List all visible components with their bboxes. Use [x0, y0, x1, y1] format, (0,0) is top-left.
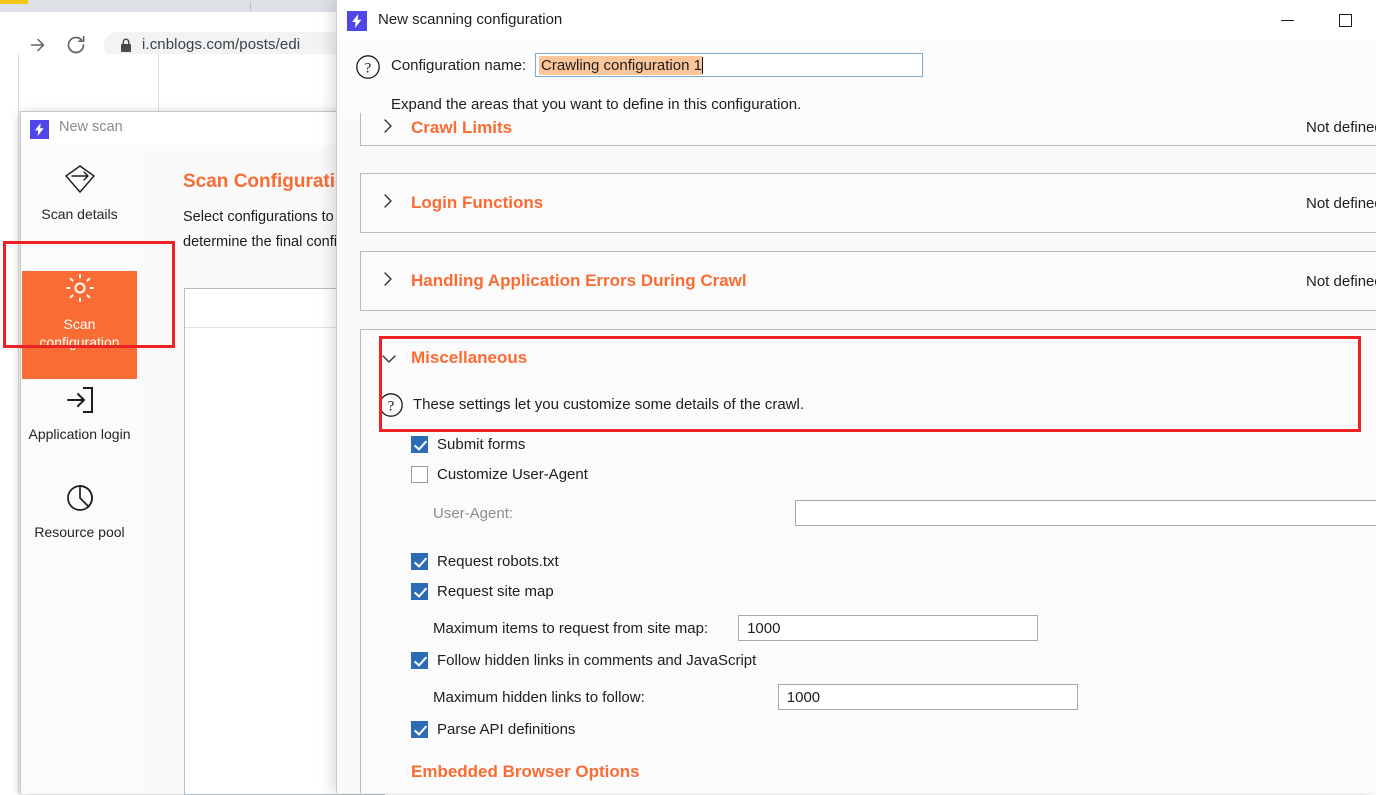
- submit-forms-checkbox[interactable]: [411, 436, 428, 453]
- section-title: Crawl Limits: [411, 118, 513, 137]
- question-mark-icon[interactable]: ?: [355, 54, 381, 85]
- new-scan-window: New scan Scan details Scan configuration…: [20, 111, 413, 795]
- parse-api-checkbox[interactable]: [411, 721, 428, 738]
- configuration-name-input[interactable]: Crawling configuration 1: [535, 53, 923, 77]
- max-sitemap-items-input[interactable]: 1000: [738, 615, 1039, 641]
- section-title: Login Functions: [411, 193, 544, 212]
- maximize-icon[interactable]: [1322, 0, 1369, 41]
- section-handling-application-errors[interactable]: Handling Application Errors During Crawl…: [360, 251, 1376, 311]
- checkbox-row-request-site-map[interactable]: Request site map: [411, 583, 554, 600]
- configuration-name-label: Configuration name:: [391, 57, 527, 74]
- checkbox-row-submit-forms[interactable]: Submit forms: [411, 436, 525, 453]
- burp-lightning-icon: [347, 11, 367, 31]
- customize-user-agent-checkbox[interactable]: [411, 466, 428, 483]
- new-scan-titlebar: New scan: [21, 112, 344, 145]
- highlight-box-user-agent: [379, 336, 1361, 432]
- request-robots-checkbox[interactable]: [411, 553, 428, 570]
- svg-text:?: ?: [365, 61, 372, 77]
- lock-icon: [120, 38, 132, 53]
- checkbox-row-request-robots[interactable]: Request robots.txt: [411, 553, 559, 570]
- burp-lightning-icon: [30, 120, 49, 139]
- chevron-right-icon[interactable]: [381, 118, 395, 134]
- text-caret: [701, 56, 704, 74]
- scan-configuration-heading: Scan Configuration: [183, 171, 359, 192]
- tab-separator: [250, 2, 251, 11]
- submit-forms-label: Submit forms: [437, 436, 526, 453]
- new-scanning-configuration-dialog: New scanning configuration ? Configurati…: [336, 0, 1376, 793]
- section-status: Not defined: [1306, 119, 1376, 136]
- section-status: Not defined: [1306, 273, 1376, 290]
- pie-chart-icon: [22, 483, 137, 518]
- follow-hidden-links-label: Follow hidden links in comments and Java…: [437, 652, 757, 669]
- checkbox-row-parse-api-definitions[interactable]: Parse API definitions: [411, 721, 575, 738]
- section-login-functions[interactable]: Login Functions Not defined: [360, 173, 1376, 233]
- max-hidden-links-label: Maximum hidden links to follow:: [433, 688, 645, 706]
- request-site-map-label: Request site map: [437, 583, 554, 600]
- sidebar-item-scan-details[interactable]: Scan details: [22, 163, 137, 243]
- user-agent-label: User-Agent:: [433, 504, 514, 522]
- request-site-map-checkbox[interactable]: [411, 583, 428, 600]
- parse-api-label: Parse API definitions: [437, 721, 576, 738]
- section-title: Handling Application Errors During Crawl: [411, 271, 747, 290]
- dialog-scroll-body[interactable]: Crawl Limits Not defined Login Functions…: [337, 113, 1376, 793]
- sidebar-item-label: Application login: [28, 426, 131, 442]
- user-agent-input[interactable]: [795, 500, 1376, 526]
- chevron-right-icon[interactable]: [381, 271, 395, 287]
- sidebar-item-label: Resource pool: [34, 524, 125, 540]
- field-row-user-agent: User-Agent:: [433, 500, 1376, 526]
- checkbox-row-customize-user-agent[interactable]: Customize User-Agent: [411, 466, 588, 483]
- configuration-name-value: Crawling configuration 1: [539, 55, 702, 75]
- sidebar-item-label: Scan details: [41, 206, 118, 222]
- dialog-title: New scanning configuration: [378, 11, 563, 28]
- section-crawl-limits[interactable]: Crawl Limits Not defined: [360, 113, 1376, 146]
- request-robots-label: Request robots.txt: [437, 553, 559, 570]
- minimize-icon[interactable]: [1264, 0, 1311, 41]
- follow-hidden-links-checkbox[interactable]: [411, 652, 428, 669]
- customize-user-agent-label: Customize User-Agent: [437, 466, 588, 483]
- scan-details-icon: [22, 163, 137, 200]
- address-bar-url: i.cnblogs.com/posts/edi: [142, 36, 301, 53]
- field-row-max-hidden-links: Maximum hidden links to follow: 1000: [433, 684, 1078, 710]
- tab-accent-bar: [0, 0, 28, 4]
- sidebar-item-resource-pool[interactable]: Resource pool: [22, 483, 137, 567]
- section-status: Not defined: [1306, 195, 1376, 212]
- highlight-box-scan-configuration: [3, 241, 175, 348]
- embedded-browser-options-heading: Embedded Browser Options: [411, 762, 640, 781]
- max-hidden-links-input[interactable]: 1000: [777, 684, 1078, 710]
- dialog-titlebar: New scanning configuration: [337, 0, 1376, 41]
- field-row-max-sitemap-items: Maximum items to request from site map: …: [433, 615, 1039, 641]
- page-column-divider: [18, 54, 19, 793]
- checkbox-row-follow-hidden-links[interactable]: Follow hidden links in comments and Java…: [411, 652, 756, 669]
- expand-hint-text: Expand the areas that you want to define…: [391, 96, 802, 113]
- login-arrow-icon: [22, 385, 137, 420]
- new-scan-title: New scan: [59, 119, 123, 135]
- dialog-header: ? Configuration name: Crawling configura…: [337, 41, 1376, 114]
- sidebar-item-application-login[interactable]: Application login: [22, 385, 137, 469]
- chevron-right-icon[interactable]: [381, 193, 395, 209]
- max-sitemap-items-label: Maximum items to request from site map:: [433, 619, 709, 637]
